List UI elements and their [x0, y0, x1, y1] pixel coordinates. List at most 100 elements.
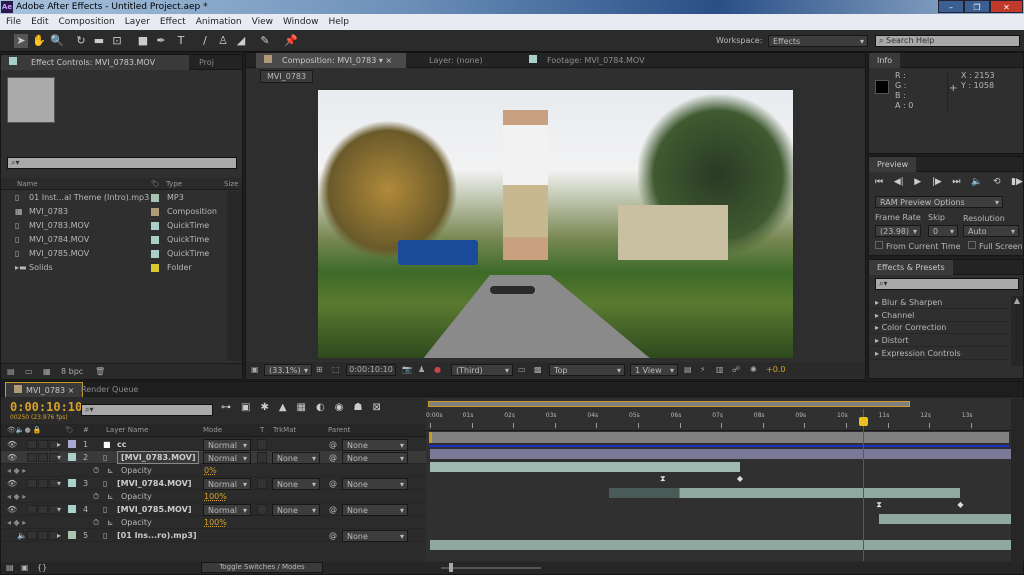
- trash-icon[interactable]: 🗑: [95, 364, 105, 380]
- brainstorm-icon[interactable]: ◐: [316, 402, 325, 413]
- parent-dropdown[interactable]: None: [342, 530, 408, 542]
- opacity-value[interactable]: 100%: [204, 490, 227, 503]
- keyframe-icon[interactable]: ◆: [737, 474, 743, 483]
- hide-shy-icon[interactable]: ✱: [260, 402, 268, 413]
- minimize-button[interactable]: –: [938, 0, 964, 13]
- column-parent[interactable]: Parent: [328, 424, 350, 437]
- layer-label-color[interactable]: [68, 453, 76, 461]
- transparency-grid-icon[interactable]: ▩: [534, 362, 542, 378]
- timeline-scrollbar[interactable]: [1011, 399, 1024, 561]
- comp-mini-flowchart-icon[interactable]: ⊶: [221, 402, 231, 413]
- track-matte-dropdown[interactable]: None: [272, 452, 320, 464]
- clone-stamp-icon[interactable]: ♙: [216, 34, 230, 48]
- expand-in-out-icon[interactable]: {}: [37, 562, 47, 574]
- layer-row[interactable]: 👁 ▾ 2 ▯ [MVI_0783.MOV]Normal None @ None: [1, 451, 426, 464]
- parent-dropdown[interactable]: None: [342, 452, 408, 464]
- first-frame-icon[interactable]: ⏮: [875, 177, 883, 187]
- switch-box[interactable]: [38, 440, 48, 449]
- visibility-icon[interactable]: 👁: [7, 451, 17, 464]
- show-snapshot-icon[interactable]: ♟: [418, 362, 425, 378]
- switch-box[interactable]: [38, 505, 48, 514]
- layer-row[interactable]: 👁 ▸ 1 ■ cc Normal @ None: [1, 438, 426, 451]
- column-layer-name[interactable]: Layer Name: [106, 424, 148, 437]
- roto-brush-icon[interactable]: ✎: [258, 34, 272, 48]
- twirl-down-icon[interactable]: ▾: [57, 503, 61, 516]
- layer-name[interactable]: [01 Ins...ro).mp3]: [117, 529, 197, 542]
- blend-mode-dropdown[interactable]: Normal: [203, 504, 251, 516]
- effect-category[interactable]: ▸ Color Correction: [869, 322, 1009, 335]
- draft-3d-icon[interactable]: ▣: [241, 402, 250, 413]
- project-item[interactable]: ▯ MVI_0785.MOV QuickTime: [1, 247, 227, 261]
- tab-effect-controls[interactable]: Effect Controls: MVI_0783.MOV: [1, 55, 189, 70]
- always-preview-icon[interactable]: ▣: [251, 362, 259, 378]
- layer-duration-bar[interactable]: [430, 540, 1013, 550]
- tab-info[interactable]: Info: [869, 53, 901, 68]
- switch-box[interactable]: [38, 479, 48, 488]
- channel-icon[interactable]: ●: [434, 362, 441, 378]
- preserve-transparency-box[interactable]: [257, 504, 267, 515]
- play-icon[interactable]: ▶: [914, 177, 921, 187]
- ram-preview-options-dropdown[interactable]: RAM Preview Options: [875, 196, 1003, 208]
- tab-effects-presets[interactable]: Effects & Presets: [869, 260, 953, 275]
- playhead[interactable]: [859, 409, 869, 561]
- switch-box[interactable]: [27, 479, 37, 488]
- mask-visibility-icon[interactable]: ⬚: [332, 362, 340, 378]
- twirl-down-icon[interactable]: ▾: [57, 451, 61, 464]
- expand-transfer-controls-icon[interactable]: ▣: [21, 562, 29, 574]
- tab-footage[interactable]: Footage: MVI_0784.MOV: [521, 53, 653, 68]
- blend-mode-dropdown[interactable]: Normal: [203, 478, 251, 490]
- layer-name[interactable]: cc: [117, 438, 126, 451]
- zoom-icon[interactable]: 🔍: [50, 34, 64, 48]
- close-button[interactable]: ✕: [990, 0, 1023, 13]
- brush-icon[interactable]: /: [198, 34, 212, 48]
- pick-whip-icon[interactable]: @: [329, 477, 337, 490]
- switch-box[interactable]: [27, 531, 37, 540]
- type-icon[interactable]: T: [174, 34, 188, 48]
- eraser-icon[interactable]: ◢: [234, 34, 248, 48]
- tab-composition[interactable]: Composition: MVI_0783 ▾ ×: [256, 53, 406, 68]
- tab-render-queue[interactable]: Render Queue: [73, 382, 146, 397]
- rotate-icon[interactable]: ↻: [74, 34, 88, 48]
- hand-icon[interactable]: ✋: [32, 34, 46, 48]
- visibility-icon[interactable]: 👁: [7, 438, 17, 451]
- frame-rate-dropdown[interactable]: (23.98): [875, 225, 921, 237]
- layer-row[interactable]: 🔈 ▸ 5 ▯ [01 Ins...ro).mp3] @ None: [1, 529, 426, 542]
- work-area-navigator[interactable]: [428, 401, 910, 407]
- layer-name[interactable]: [MVI_0784.MOV]: [117, 477, 191, 490]
- menu-animation[interactable]: Animation: [196, 14, 242, 30]
- previous-frame-icon[interactable]: ◀|: [894, 177, 904, 187]
- twirl-right-icon[interactable]: ▸: [57, 438, 61, 451]
- toggle-switches-modes-button[interactable]: Toggle Switches / Modes: [201, 562, 323, 573]
- column-size[interactable]: Size: [224, 178, 238, 190]
- pick-whip-icon[interactable]: @: [329, 503, 337, 516]
- frame-blending-icon[interactable]: ▲: [279, 402, 287, 413]
- project-search-input[interactable]: ⌕▾: [7, 157, 237, 169]
- track-matte-dropdown[interactable]: None: [272, 478, 320, 490]
- flowchart-icon[interactable]: ☍: [732, 362, 740, 378]
- layer-label-color[interactable]: [68, 440, 76, 448]
- graph-editor-icon[interactable]: ☗: [353, 402, 362, 413]
- preserve-transparency-box[interactable]: [257, 452, 267, 463]
- work-area-bar[interactable]: [429, 432, 1009, 443]
- time-graph[interactable]: 0:00s 01s 02s 03s 04s 05s 06s 07s 08s 09s 10s 11s 12…: [426, 399, 1013, 561]
- project-item[interactable]: ▦ MVI_0783 Composition: [1, 205, 227, 219]
- layer-duration-bar[interactable]: [430, 462, 740, 472]
- parent-dropdown[interactable]: None: [342, 478, 408, 490]
- next-frame-icon[interactable]: |▶: [932, 177, 942, 187]
- auto-keyframe-icon[interactable]: ◉: [335, 402, 344, 413]
- viewer-area[interactable]: [246, 86, 865, 360]
- workspace-dropdown[interactable]: Effects: [768, 35, 868, 47]
- parent-dropdown[interactable]: None: [342, 504, 408, 516]
- effect-category[interactable]: ▸ Expression Controls: [869, 348, 1009, 360]
- layer-duration-bar[interactable]: [430, 449, 1013, 459]
- pick-whip-icon[interactable]: @: [329, 438, 337, 451]
- menu-effect[interactable]: Effect: [160, 14, 186, 30]
- resolution-dropdown[interactable]: (Third): [451, 364, 513, 376]
- pen-icon[interactable]: ✒: [154, 34, 168, 48]
- maximize-button[interactable]: ❐: [964, 0, 990, 13]
- menu-layer[interactable]: Layer: [125, 14, 150, 30]
- full-screen-checkbox[interactable]: Full Screen: [968, 241, 1023, 251]
- comp-navigator-button[interactable]: MVI_0783: [260, 70, 314, 83]
- live-update-icon[interactable]: ⊠: [372, 402, 380, 413]
- keyframe-navigator[interactable]: ◂ ◆ ▸: [7, 464, 26, 477]
